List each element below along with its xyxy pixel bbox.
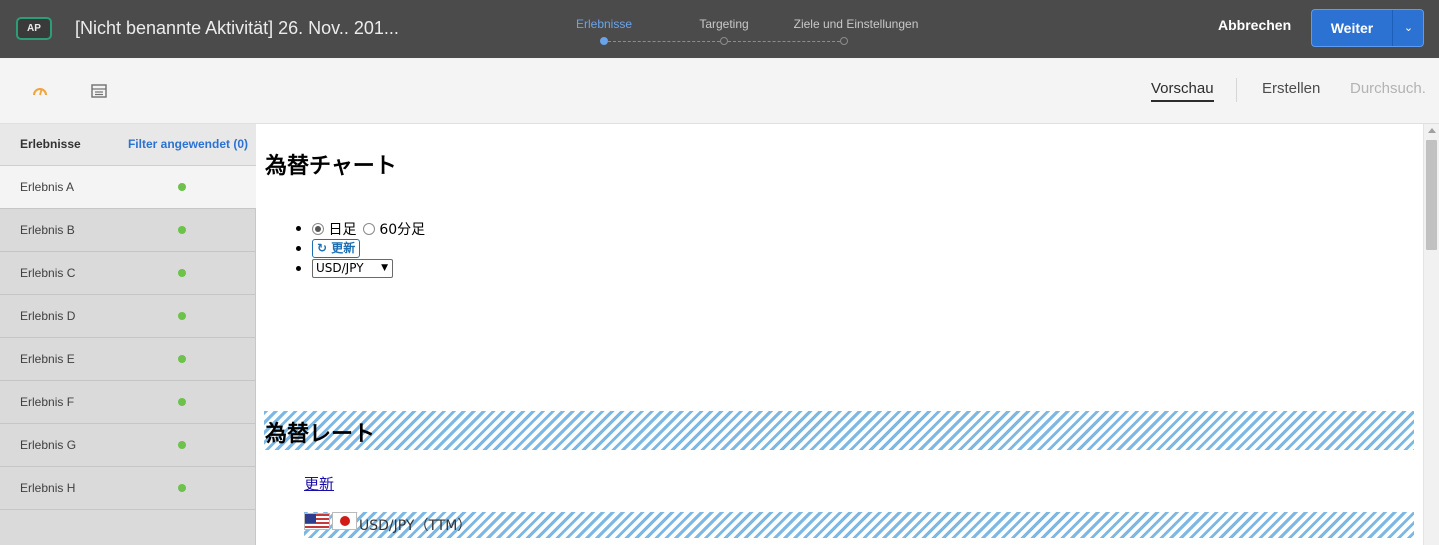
radio-60min-label: 60分足	[379, 222, 426, 238]
experience-item-d[interactable]: Erlebnis D	[0, 295, 256, 338]
experience-item-b[interactable]: Erlebnis B	[0, 209, 256, 252]
workflow-steps: Erlebnisse Targeting Ziele und Einstellu…	[560, 0, 940, 58]
step-experiences[interactable]: Erlebnisse	[576, 17, 632, 31]
experience-item-e[interactable]: Erlebnis E	[0, 338, 256, 381]
next-button-group: Weiter ⌄	[1311, 9, 1424, 47]
tab-browse: Durchsuch.	[1350, 80, 1426, 97]
experience-item-g[interactable]: Erlebnis G	[0, 424, 256, 467]
next-button[interactable]: Weiter	[1312, 10, 1392, 46]
experience-label: Erlebnis A	[20, 180, 75, 194]
step-experiences-indicator	[600, 37, 608, 45]
step-targeting[interactable]: Targeting	[699, 17, 748, 31]
experience-item-f[interactable]: Erlebnis F	[0, 381, 256, 424]
status-dot	[178, 441, 186, 449]
status-dot	[178, 269, 186, 277]
experience-item-c[interactable]: Erlebnis C	[0, 252, 256, 295]
scroll-up-icon[interactable]	[1428, 128, 1436, 133]
experiences-panel-header: Erlebnisse Filter angewendet (0)	[0, 124, 256, 166]
experiences-panel: Erlebnisse Filter angewendet (0) Erlebni…	[0, 124, 256, 545]
chart-controls-list: 日足 60分足 ↻ 更新 USD/JPY ▼	[287, 219, 587, 279]
update-link[interactable]: 更新	[304, 473, 334, 494]
refresh-icon: ↻	[317, 241, 328, 255]
experience-label: Erlebnis E	[20, 352, 75, 366]
step-goals-settings-indicator	[840, 37, 848, 45]
japan-flag-icon	[332, 512, 357, 530]
chevron-down-icon[interactable]: ⌄	[1393, 10, 1424, 46]
tab-create[interactable]: Erstellen	[1262, 80, 1320, 97]
radio-daily-label: 日足	[328, 222, 357, 238]
preview-scrollbar[interactable]	[1423, 124, 1439, 545]
refresh-button-label: 更新	[331, 241, 356, 255]
status-dot	[178, 355, 186, 363]
experience-item-a[interactable]: Erlebnis A	[0, 166, 256, 209]
view-toolbar: Vorschau Erstellen Durchsuch.	[0, 58, 1439, 124]
status-dot	[178, 183, 186, 191]
top-bar: AP [Nicht benannte Aktivität] 26. Nov.. …	[0, 0, 1439, 58]
list-item: 日足 60分足	[287, 219, 587, 239]
step-connector	[728, 41, 840, 42]
rate-heading-band	[264, 411, 1414, 450]
list-item: USD/JPY ▼	[287, 259, 587, 279]
currency-pair-value: USD/JPY	[316, 261, 364, 275]
us-flag-icon	[304, 513, 330, 530]
activity-type-badge: AP	[16, 17, 52, 40]
radio-60min[interactable]	[362, 223, 375, 235]
gauge-icon[interactable]	[31, 82, 49, 100]
experience-item-h[interactable]: Erlebnis H	[0, 467, 256, 510]
experience-label: Erlebnis B	[20, 223, 75, 237]
list-item: ↻ 更新	[287, 239, 587, 259]
layout-icon[interactable]	[90, 82, 108, 100]
step-targeting-indicator	[720, 37, 728, 45]
experience-label: Erlebnis D	[20, 309, 76, 323]
experience-label: Erlebnis F	[20, 395, 75, 409]
status-dot	[178, 484, 186, 492]
currency-pair-select[interactable]: USD/JPY ▼	[312, 259, 393, 278]
filter-link[interactable]: Filter angewendet (0)	[128, 137, 248, 151]
rate-heading: 為替レート	[265, 422, 376, 447]
scroll-thumb[interactable]	[1426, 140, 1437, 250]
toolbar-divider	[1236, 78, 1237, 102]
experience-label: Erlebnis C	[20, 266, 76, 280]
status-dot	[178, 312, 186, 320]
preview-frame: 為替チャート 日足 60分足 ↻ 更新 USD/JPY ▼ 為替レート 更新 U…	[257, 124, 1423, 545]
tab-preview[interactable]: Vorschau	[1151, 80, 1214, 102]
experience-label: Erlebnis H	[20, 481, 76, 495]
status-dot	[178, 398, 186, 406]
step-goals-settings[interactable]: Ziele und Einstellungen	[794, 17, 919, 31]
pair-label: USD/JPY（TTM）	[359, 518, 472, 534]
step-connector	[608, 41, 720, 42]
refresh-button[interactable]: ↻ 更新	[312, 239, 361, 258]
status-dot	[178, 226, 186, 234]
caret-down-icon: ▼	[381, 263, 388, 273]
experiences-panel-title: Erlebnisse	[20, 137, 81, 151]
experience-label: Erlebnis G	[20, 438, 77, 452]
cancel-button[interactable]: Abbrechen	[1218, 17, 1291, 33]
radio-daily[interactable]	[312, 223, 324, 235]
activity-title[interactable]: [Nicht benannte Aktivität] 26. Nov.. 201…	[75, 18, 399, 39]
chart-heading: 為替チャート	[265, 154, 397, 179]
